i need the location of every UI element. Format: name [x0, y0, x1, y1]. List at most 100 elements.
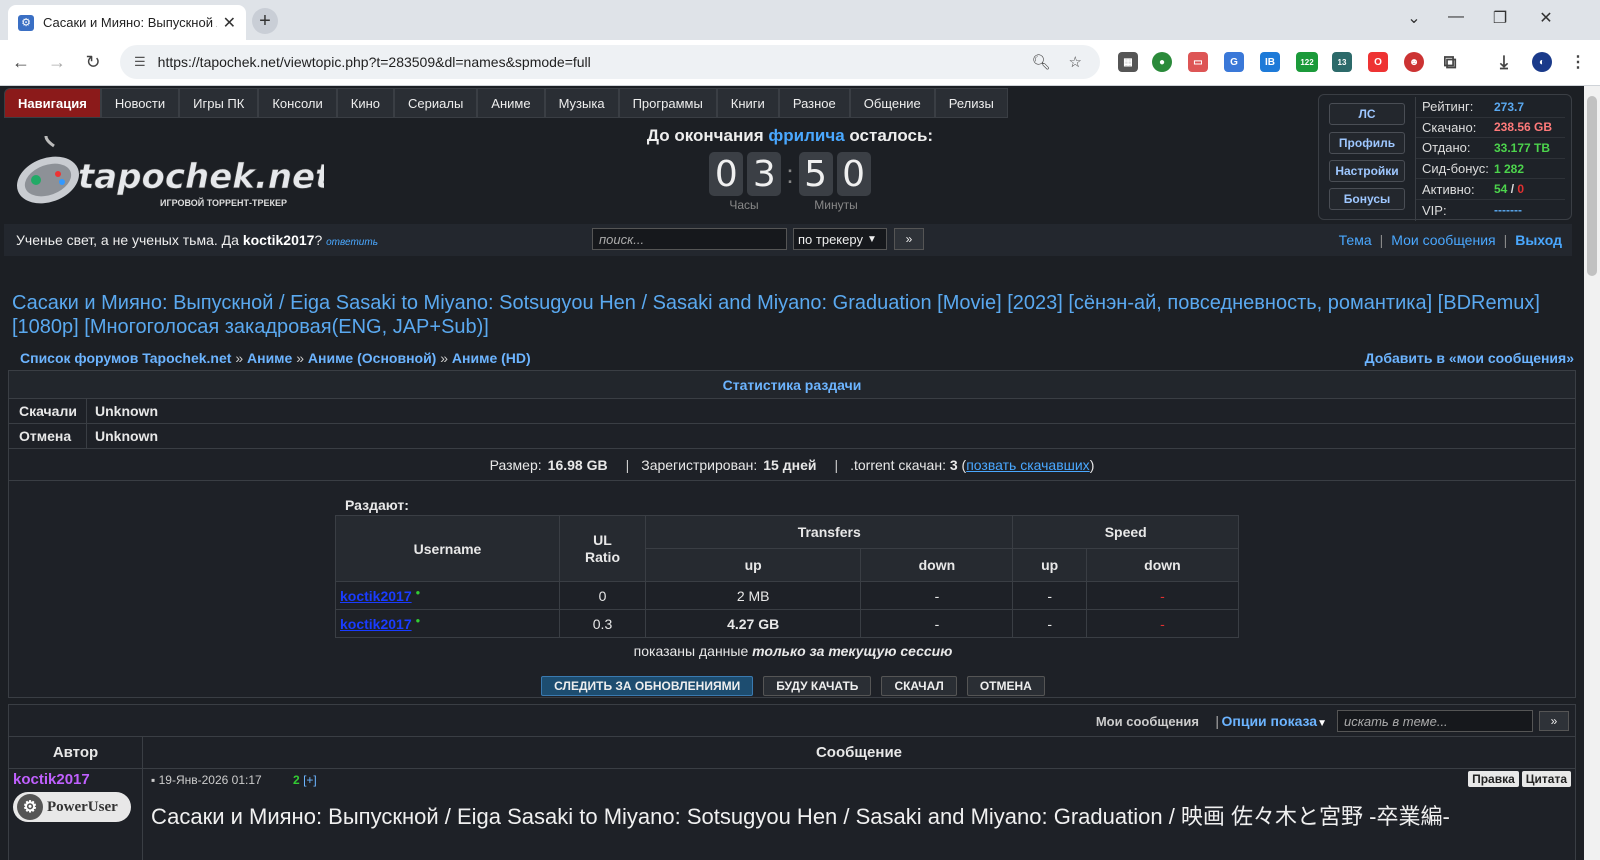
nav-item-community[interactable]: Общение — [849, 88, 935, 118]
online-icon: ● — [415, 587, 421, 597]
extension-translate-icon[interactable]: G — [1224, 52, 1244, 72]
back-icon[interactable]: ← — [10, 52, 32, 73]
forward-icon[interactable]: → — [46, 52, 68, 73]
settings-button[interactable]: Настройки — [1329, 160, 1405, 182]
post-count-expand[interactable]: [+] — [303, 773, 317, 787]
peer-username[interactable]: koctik2017 — [340, 588, 412, 604]
search-go-button[interactable]: » — [894, 228, 924, 250]
breadcrumb-anime-main[interactable]: Аниме (Основной) — [308, 350, 436, 366]
cancel-button[interactable]: ОТМЕНА — [966, 676, 1045, 696]
freeleech-link[interactable]: фрилича — [768, 126, 844, 145]
new-tab-button[interactable]: + — [252, 8, 278, 34]
nav-item-movies[interactable]: Кино — [336, 88, 395, 118]
peer-username[interactable]: koctik2017 — [340, 616, 412, 632]
topic-search-go-button[interactable]: » — [1539, 711, 1569, 731]
bonuses-button[interactable]: Бонусы — [1329, 188, 1405, 210]
tab-search-icon[interactable]: ⌄ — [1404, 8, 1424, 28]
site-logo[interactable]: tapochek.net ИГРОВОЙ ТОРРЕНТ-ТРЕКЕР — [14, 136, 324, 216]
extension-globe-icon[interactable]: ● — [1152, 52, 1172, 72]
watch-updates-button[interactable]: СЛЕДИТЬ ЗА ОБНОВЛЕНИЯМИ — [541, 676, 754, 696]
topic-title[interactable]: Сасаки и Мияно: Выпускной / Eiga Sasaki … — [12, 291, 1572, 339]
nav-item-news[interactable]: Новости — [100, 88, 180, 118]
address-bar[interactable]: ☰ https://tapochek.net/viewtopic.php?t=2… — [120, 45, 1100, 79]
nav-item-releases[interactable]: Релизы — [934, 88, 1008, 118]
browser-tab-bar: ⚙ Сасаки и Мияно: Выпускной / ✕ + ⌄ — ❐ … — [0, 0, 1600, 40]
nav-item-pc-games[interactable]: Игры ПК — [179, 88, 259, 118]
user-stats: Рейтинг: 273.7 Скачано: 238.56 GB Отдано: 3… — [1415, 97, 1565, 221]
reply-link[interactable]: ответить — [326, 237, 378, 248]
profile-avatar-icon[interactable]: ◐ — [1532, 52, 1552, 72]
nav-item-books[interactable]: Книги — [716, 88, 779, 118]
call-downloaders-link[interactable]: позвать скачавших — [966, 457, 1089, 473]
display-options-menu[interactable]: Опции показа▼ — [1222, 713, 1328, 729]
zoom-icon[interactable]: 🔍︎ — [1032, 53, 1051, 71]
logo-tagline: ИГРОВОЙ ТОРРЕНТ-ТРЕКЕР — [160, 197, 287, 208]
restore-icon[interactable]: ❐ — [1490, 8, 1510, 28]
col-username: Username — [335, 515, 560, 582]
stat-seedbonus-value: 1 282 — [1494, 161, 1525, 176]
nav-item-misc[interactable]: Разное — [778, 88, 850, 118]
scrollbar-thumb[interactable] — [1587, 96, 1597, 276]
col-speed-up: up — [1012, 548, 1087, 582]
download-icon[interactable]: ⤓ — [1494, 52, 1514, 72]
peers-table: Username UL Ratio Transfers Speed up dow… — [335, 515, 1240, 638]
quote-button[interactable]: Цитата — [1521, 771, 1571, 787]
extension-opera-icon[interactable]: O — [1368, 52, 1388, 72]
minimize-icon[interactable]: — — [1446, 8, 1466, 26]
topic-search-input[interactable]: искать в теме... — [1337, 710, 1533, 732]
page-scrollbar[interactable] — [1584, 86, 1600, 860]
nav-item-software[interactable]: Программы — [618, 88, 717, 118]
extension-badge-122[interactable]: 122 — [1296, 52, 1318, 72]
close-tab-icon[interactable]: ✕ — [223, 13, 236, 33]
downloaded-button[interactable]: СКАЧАЛ — [881, 676, 957, 696]
extension-avatar-icon[interactable]: ☻ — [1404, 52, 1424, 72]
site-nav: Навигация Новости Игры ПК Консоли Кино С… — [4, 88, 1008, 118]
minutes-label: Минуты — [814, 198, 858, 212]
search-scope-select[interactable]: по трекеру ▼ — [793, 228, 887, 250]
posts-section: Мои сообщения | Опции показа▼ искать в т… — [8, 704, 1576, 860]
browser-tab[interactable]: ⚙ Сасаки и Мияно: Выпускной / ✕ — [8, 5, 246, 40]
breadcrumb-anime[interactable]: Аниме — [247, 350, 292, 366]
torrent-downloads-value: 3 — [949, 456, 958, 473]
add-to-favorites-link[interactable]: Добавить в «мои сообщения» — [1365, 350, 1574, 366]
edit-button[interactable]: Правка — [1468, 771, 1519, 787]
nav-item-consoles[interactable]: Консоли — [258, 88, 337, 118]
extension-qr-icon[interactable]: ▦ — [1118, 52, 1138, 72]
post-author: koctik2017 ⚙ PowerUser — [9, 769, 143, 860]
col-speed-down: down — [1085, 548, 1240, 582]
breadcrumb-forums[interactable]: Список форумов Tapochek.net — [20, 350, 231, 366]
post-author-name[interactable]: koctik2017 — [13, 771, 138, 788]
nav-item-series[interactable]: Сериалы — [394, 88, 478, 118]
extensions-puzzle-icon[interactable]: ⧉ — [1440, 52, 1460, 72]
browser-menu-icon[interactable]: ⋮ — [1568, 52, 1588, 72]
close-window-icon[interactable]: ✕ — [1536, 8, 1556, 28]
downloaded-value: Unknown — [95, 403, 158, 419]
extension-badge-13[interactable]: 13 — [1332, 52, 1352, 72]
posts-my-messages-link[interactable]: Мои сообщения — [1096, 714, 1199, 729]
col-speed: Speed — [1012, 515, 1239, 549]
greeting-username[interactable]: koctik2017 — [243, 232, 315, 248]
breadcrumb-anime-hd[interactable]: Аниме (HD) — [452, 350, 531, 366]
gear-icon: ⚙ — [17, 794, 43, 820]
post: koctik2017 ⚙ PowerUser ▪ 19-Янв-2026 01:1… — [9, 769, 1575, 860]
my-messages-link[interactable]: Мои сообщения — [1391, 232, 1495, 248]
site-info-icon[interactable]: ☰ — [134, 54, 146, 70]
will-download-button[interactable]: БУДУ КАЧАТЬ — [763, 676, 872, 696]
pm-button[interactable]: ЛС — [1329, 103, 1405, 125]
extension-cast-icon[interactable]: ▭ — [1188, 52, 1208, 72]
search-input[interactable]: поиск... — [592, 228, 787, 250]
logout-link[interactable]: Выход — [1515, 232, 1562, 248]
extension-ib-icon[interactable]: IB — [1260, 52, 1280, 72]
bookmark-star-icon[interactable]: ☆ — [1069, 53, 1082, 71]
nav-item-music[interactable]: Музыка — [544, 88, 619, 118]
reload-icon[interactable]: ↻ — [82, 52, 104, 73]
topic-link[interactable]: Тема — [1339, 232, 1372, 248]
col-ul-ratio: UL Ratio — [559, 515, 646, 582]
post-date[interactable]: 19-Янв-2026 01:17 — [159, 773, 262, 787]
online-icon: ● — [415, 615, 421, 625]
greeting-bar: Ученье свет, а не ученых тьма. Да koctik… — [4, 224, 1572, 256]
profile-button[interactable]: Профиль — [1329, 132, 1405, 154]
logo-wordmark: tapochek.net — [78, 157, 324, 197]
nav-item-anime[interactable]: Аниме — [477, 88, 545, 118]
nav-item-navigation[interactable]: Навигация — [4, 88, 101, 118]
